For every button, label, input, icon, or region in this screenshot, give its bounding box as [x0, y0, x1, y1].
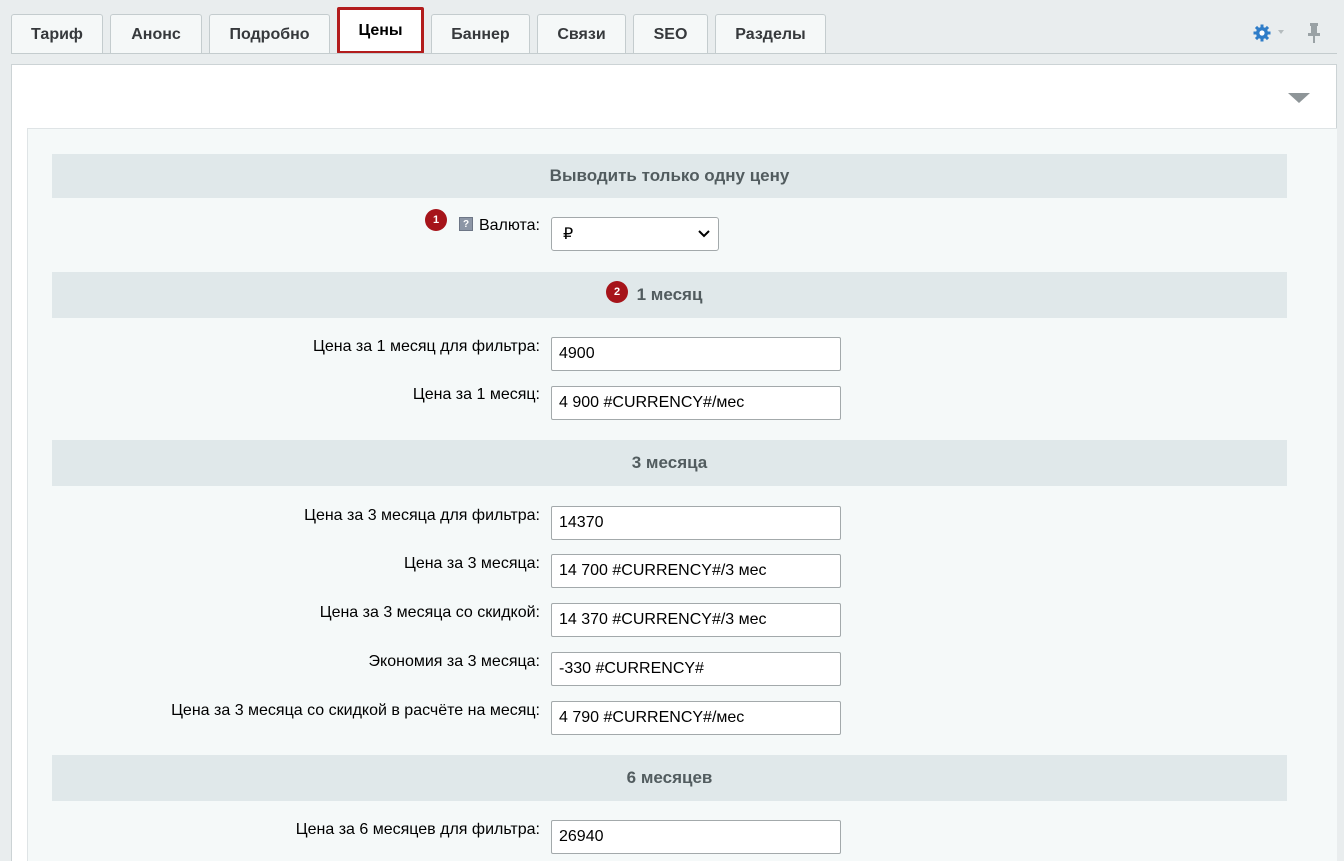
gear-icon[interactable] [1253, 24, 1271, 42]
price-3m-per-month-label: Цена за 3 месяца со скидкой в расчёте на… [171, 702, 540, 719]
section-header-1-month: 1 месяц [52, 272, 1287, 318]
saving-3m-label: Экономия за 3 месяца: [368, 653, 540, 670]
section-title: Выводить только одну цену [549, 166, 790, 185]
tab-tariff[interactable]: Тариф [11, 14, 103, 54]
price-1m-filter-label: Цена за 1 месяц для фильтра: [313, 338, 540, 355]
tab-announce[interactable]: Анонс [110, 14, 202, 54]
currency-select[interactable]: ₽ [551, 217, 719, 251]
marker-badge-2: 2 [606, 281, 628, 303]
price-1m-label: Цена за 1 месяц: [412, 386, 540, 403]
tab-bar: Тариф Анонс Подробно Цены Баннер Связи S… [0, 0, 1344, 56]
saving-3m-input[interactable] [551, 652, 841, 686]
collapse-icon[interactable] [1288, 93, 1310, 103]
price-6m-filter-label: Цена за 6 месяцев для фильтра: [295, 821, 540, 838]
price-3m-filter-label: Цена за 3 месяца для фильтра: [304, 507, 540, 524]
price-3m-input[interactable] [551, 554, 841, 588]
help-icon[interactable]: ? [459, 217, 473, 231]
price-6m-filter-input[interactable] [551, 820, 841, 854]
tab-seo[interactable]: SEO [633, 14, 708, 54]
price-3m-per-month-input[interactable] [551, 701, 841, 735]
tab-links[interactable]: Связи [537, 14, 626, 54]
section-title: 3 месяца [631, 453, 708, 472]
section-title: 6 месяцев [626, 768, 713, 787]
pin-icon[interactable] [1306, 22, 1322, 44]
tab-details[interactable]: Подробно [209, 14, 330, 54]
section-title: 1 месяц [636, 285, 703, 304]
section-header-6-months: 6 месяцев [52, 755, 1287, 801]
chevron-down-icon [698, 230, 710, 238]
price-3m-label: Цена за 3 месяца: [403, 555, 540, 572]
tab-banner[interactable]: Баннер [431, 14, 530, 54]
marker-badge-1: 1 [425, 209, 447, 231]
price-3m-discount-label: Цена за 3 месяца со скидкой: [319, 604, 540, 621]
price-1m-input[interactable] [551, 386, 841, 420]
price-1m-filter-input[interactable] [551, 337, 841, 371]
section-header-3-months: 3 месяца [52, 440, 1287, 486]
settings-dropdown-icon[interactable] [1278, 30, 1284, 34]
currency-label: Валюта: [478, 217, 540, 234]
currency-selected-value: ₽ [563, 226, 574, 243]
price-3m-discount-input[interactable] [551, 603, 841, 637]
tab-prices[interactable]: Цены [337, 7, 424, 54]
section-header-only-one-price: Выводить только одну цену [52, 154, 1287, 198]
tab-sections[interactable]: Разделы [715, 14, 826, 54]
price-3m-filter-input[interactable] [551, 506, 841, 540]
tab-bar-divider [11, 53, 1337, 54]
